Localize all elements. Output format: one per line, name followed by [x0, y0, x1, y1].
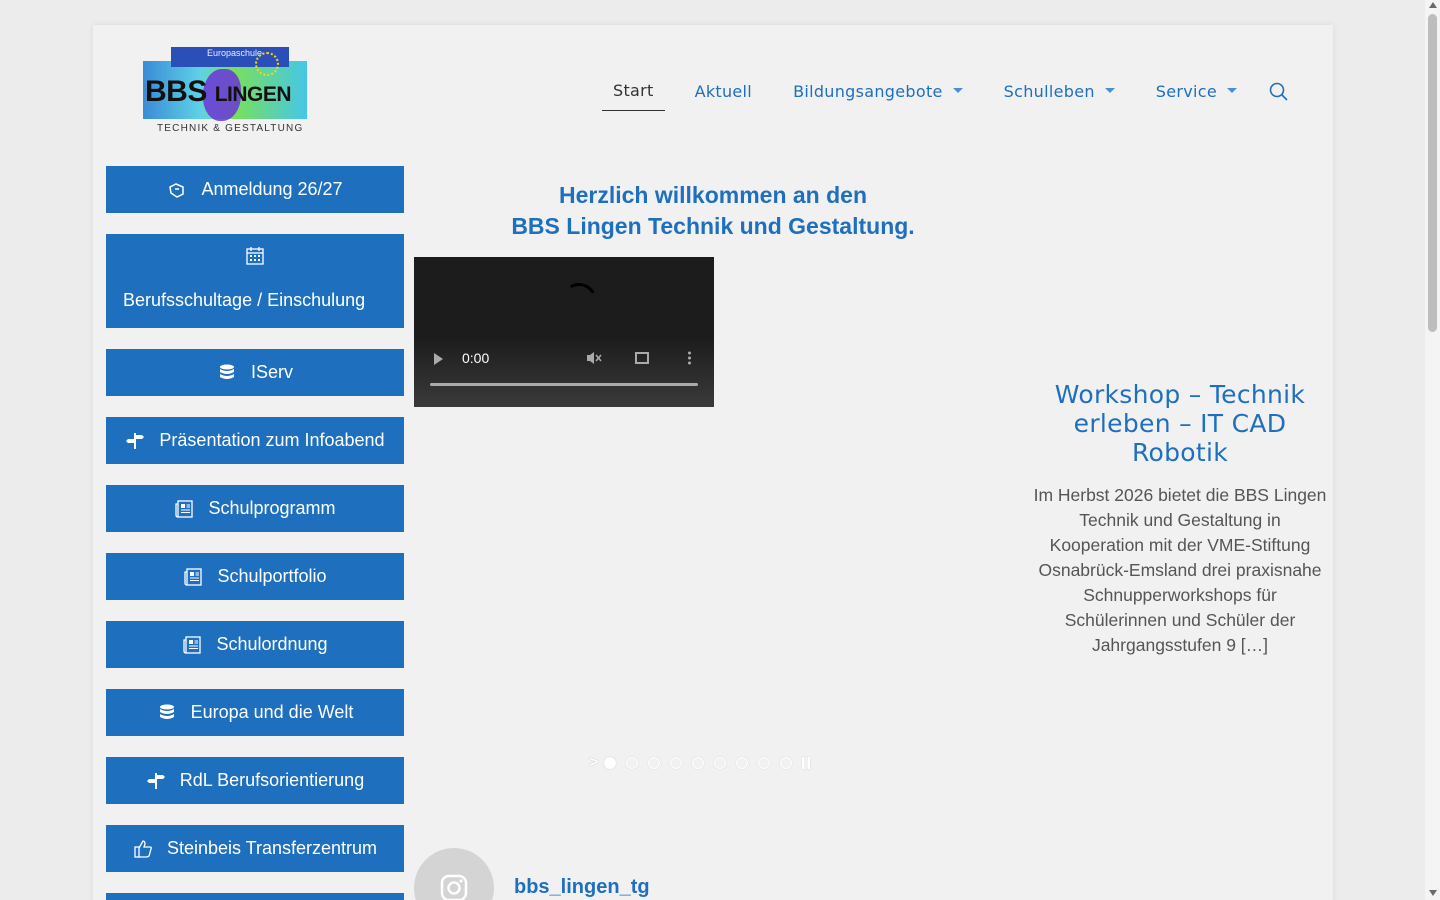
- slider-dot[interactable]: [604, 757, 617, 769]
- thumbs-up-icon: [133, 839, 153, 859]
- school-logo[interactable]: Europaschule BBS LINGEN TECHNIK & GESTAL…: [141, 47, 311, 137]
- pause-icon[interactable]: [802, 757, 811, 769]
- search-icon[interactable]: [1268, 81, 1290, 103]
- nav-item-start[interactable]: Start: [602, 77, 665, 111]
- next-slide-icon[interactable]: >: [589, 754, 598, 772]
- page-container: Europaschule BBS LINGEN TECHNIK & GESTAL…: [93, 25, 1333, 900]
- sidebar-button-schulportfolio[interactable]: Schulportfolio: [106, 553, 404, 600]
- calendar-icon: [245, 246, 265, 266]
- database-icon: [157, 703, 177, 723]
- signpost-icon: [125, 431, 145, 451]
- video-time: 0:00: [462, 350, 490, 366]
- article-excerpt: Im Herbst 2026 bietet die BBS Lingen Tec…: [1033, 485, 1327, 655]
- slider-dot[interactable]: [692, 757, 705, 769]
- slider-navigation: >: [589, 754, 811, 772]
- slider-dot[interactable]: [714, 757, 727, 769]
- nav-item-service[interactable]: Service: [1145, 78, 1248, 111]
- newspaper-icon: [182, 635, 202, 655]
- sidebar-button-schulordnung[interactable]: Schulordnung: [106, 621, 404, 668]
- chevron-down-icon: [952, 87, 963, 93]
- database-icon: [217, 363, 237, 383]
- instagram-icon: [440, 874, 468, 900]
- more-options-icon[interactable]: [688, 351, 691, 365]
- instagram-username[interactable]: bbs_lingen_tg: [514, 876, 650, 899]
- chevron-down-icon: [1104, 87, 1115, 93]
- mute-icon[interactable]: [586, 351, 602, 365]
- sidebar-button-rdl[interactable]: RdL Berufsorientierung: [106, 757, 404, 804]
- play-icon[interactable]: [434, 353, 443, 365]
- slider-dot[interactable]: [758, 757, 771, 769]
- video-player[interactable]: 0:00: [414, 257, 714, 407]
- logo-name: BBS LINGEN: [145, 75, 292, 108]
- slider-dot[interactable]: [670, 757, 683, 769]
- sidebar-button-berufsschultage[interactable]: Berufsschultage / Einschulung: [106, 234, 404, 328]
- chevron-down-icon: [1227, 87, 1238, 93]
- sidebar-button-iserv[interactable]: IServ: [106, 349, 404, 396]
- scrollbar-thumb[interactable]: [1428, 14, 1437, 332]
- article-title[interactable]: Workshop – Technik erleben – IT CAD Robo…: [1033, 380, 1327, 467]
- fullscreen-icon[interactable]: [635, 352, 649, 364]
- logo-tagline: TECHNIK & GESTALTUNG: [157, 123, 304, 134]
- sidebar-button-anmeldung[interactable]: Anmeldung 26/27: [106, 166, 404, 213]
- hand-paper-icon: [167, 180, 187, 200]
- sidebar-button-steinbeis[interactable]: Steinbeis Transferzentrum: [106, 825, 404, 872]
- nav-item-schulleben[interactable]: Schulleben: [993, 78, 1126, 111]
- slider-dot[interactable]: [648, 757, 661, 769]
- sidebar-button-partial[interactable]: [106, 893, 404, 900]
- page-scrollbar[interactable]: [1425, 0, 1440, 900]
- main-nav: Start Aktuell Bildungsangebote Schullebe…: [602, 77, 1267, 111]
- newspaper-icon: [174, 499, 194, 519]
- newspaper-icon: [183, 567, 203, 587]
- instagram-avatar[interactable]: [414, 848, 494, 900]
- signpost-icon: [146, 771, 166, 791]
- eu-stars-icon: [255, 52, 279, 76]
- nav-item-aktuell[interactable]: Aktuell: [684, 78, 763, 111]
- slider-dot[interactable]: [780, 757, 793, 769]
- slider-dot[interactable]: [626, 757, 639, 769]
- sidebar-button-schulprogramm[interactable]: Schulprogramm: [106, 485, 404, 532]
- sidebar-button-europa[interactable]: Europa und die Welt: [106, 689, 404, 736]
- scroll-down-icon[interactable]: [1429, 890, 1437, 896]
- sidebar-button-praesentation[interactable]: Präsentation zum Infoabend: [106, 417, 404, 464]
- nav-item-bildungsangebote[interactable]: Bildungsangebote: [782, 78, 974, 111]
- logo-badge: Europaschule: [207, 48, 263, 58]
- loading-spinner-icon: [556, 278, 602, 324]
- video-progress-bar[interactable]: [430, 383, 698, 386]
- welcome-heading: Herzlich willkommen an den BBS Lingen Te…: [511, 182, 915, 239]
- scroll-up-icon[interactable]: [1429, 2, 1437, 8]
- slider-dot[interactable]: [736, 757, 749, 769]
